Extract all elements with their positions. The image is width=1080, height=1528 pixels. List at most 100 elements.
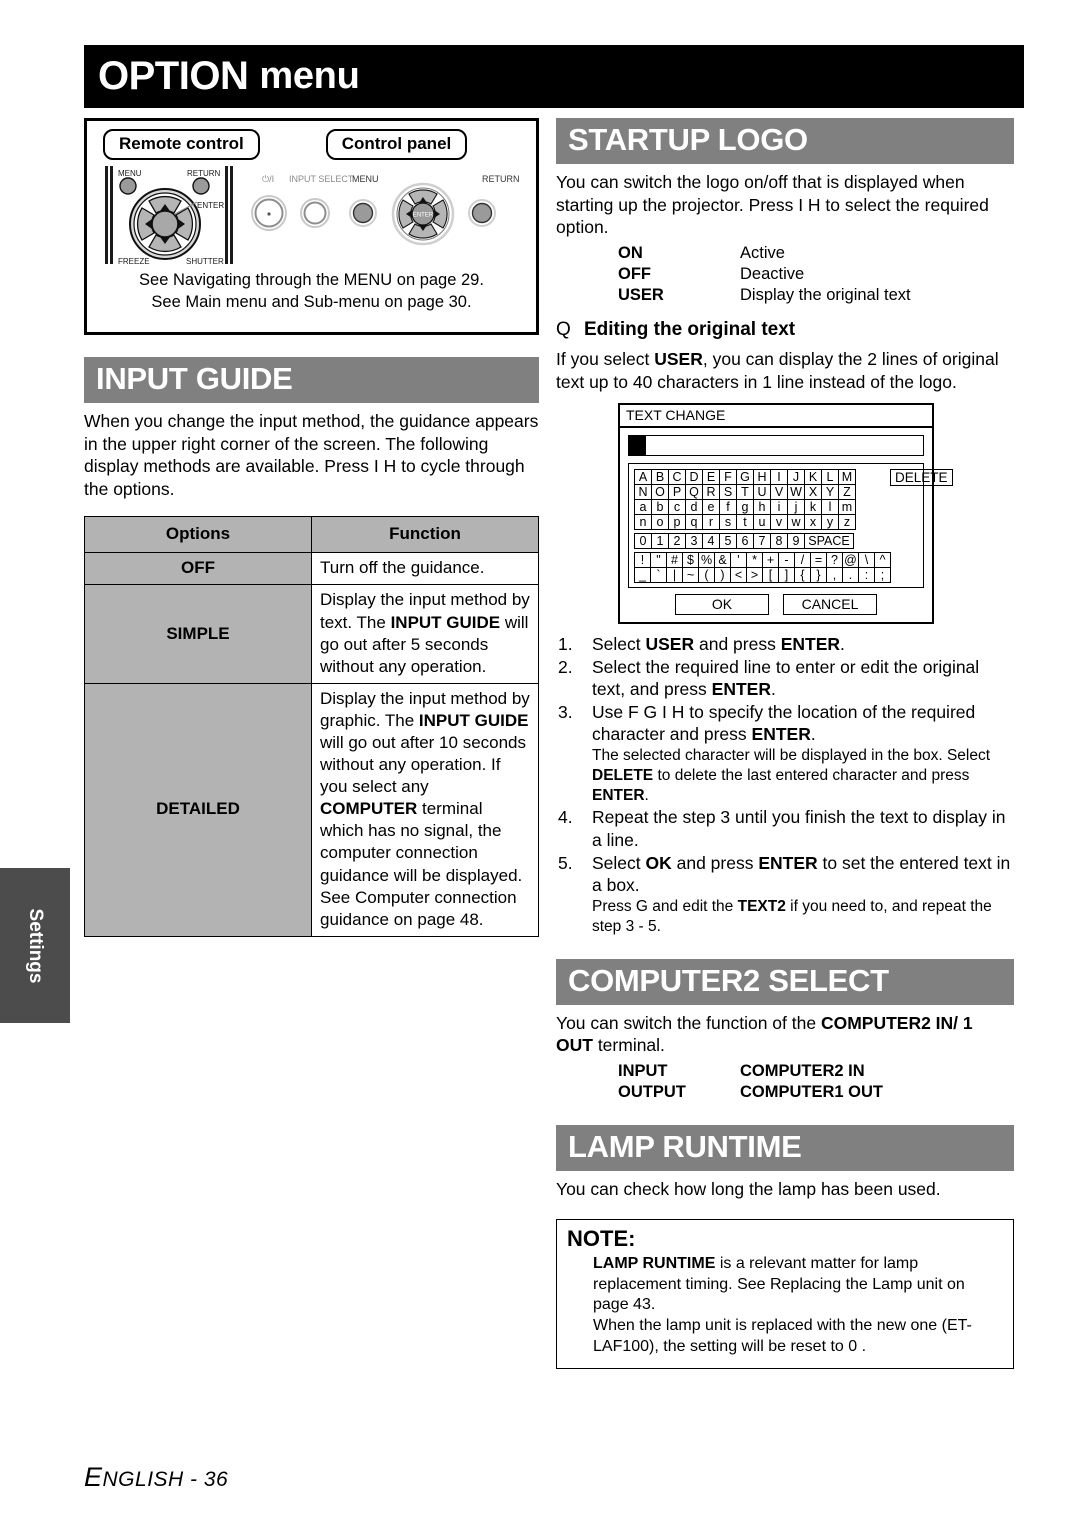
keyboard-key[interactable]: f [719, 499, 737, 516]
keyboard-key[interactable]: + [762, 552, 779, 569]
keyboard-key[interactable]: % [698, 552, 715, 569]
keyboard-key[interactable]: > [746, 567, 763, 584]
keyboard-key[interactable]: [ [762, 567, 779, 584]
keyboard-key[interactable]: U [753, 484, 771, 501]
keyboard-key[interactable]: z [838, 514, 856, 531]
keyboard-key[interactable]: P [668, 484, 686, 501]
keyboard-key[interactable]: R [702, 484, 720, 501]
keyboard-key[interactable]: I [770, 469, 788, 486]
keyboard-key[interactable]: g [736, 499, 754, 516]
keyboard-key[interactable]: D [685, 469, 703, 486]
keyboard-key[interactable]: e [702, 499, 720, 516]
keyboard-key[interactable]: C [668, 469, 686, 486]
keyboard-key[interactable]: < [730, 567, 747, 584]
keyboard-key[interactable]: . [842, 567, 859, 584]
keyboard-key[interactable]: 0 [634, 533, 652, 550]
keyboard-key[interactable]: w [787, 514, 805, 531]
cancel-button[interactable]: CANCEL [783, 594, 877, 616]
keyboard-key[interactable]: \ [858, 552, 875, 569]
keyboard-key[interactable]: : [858, 567, 875, 584]
keyboard-key[interactable]: 9 [787, 533, 805, 550]
keyboard-key[interactable]: @ [842, 552, 859, 569]
keyboard-key[interactable]: { [794, 567, 811, 584]
keyboard-key[interactable]: a [634, 499, 652, 516]
keyboard-key[interactable]: y [821, 514, 839, 531]
keyboard-key[interactable]: l [821, 499, 839, 516]
keyboard-key[interactable]: W [787, 484, 805, 501]
keyboard-key[interactable]: G [736, 469, 754, 486]
keyboard-key[interactable]: & [714, 552, 731, 569]
keyboard-key[interactable]: o [651, 514, 669, 531]
keyboard-key[interactable]: t [736, 514, 754, 531]
keyboard-key[interactable]: ^ [874, 552, 891, 569]
keyboard-key[interactable]: Q [685, 484, 703, 501]
keyboard-key[interactable]: A [634, 469, 652, 486]
keyboard-key[interactable]: F [719, 469, 737, 486]
keyboard-key[interactable]: , [826, 567, 843, 584]
delete-key-button[interactable]: DELETE [890, 469, 953, 487]
keyboard-key[interactable]: n [634, 514, 652, 531]
keyboard-key[interactable]: X [804, 484, 822, 501]
keyboard-key[interactable]: m [838, 499, 856, 516]
keyboard-key[interactable]: ( [698, 567, 715, 584]
keyboard-key[interactable]: p [668, 514, 686, 531]
keyboard-key[interactable]: / [794, 552, 811, 569]
keyboard-key[interactable]: = [810, 552, 827, 569]
keyboard-key[interactable]: 2 [668, 533, 686, 550]
keyboard-key[interactable]: SPACE [804, 533, 854, 550]
keyboard-key[interactable]: x [804, 514, 822, 531]
text-change-input-field[interactable] [628, 435, 924, 457]
keyboard-key[interactable]: ' [730, 552, 747, 569]
keyboard-key[interactable]: N [634, 484, 652, 501]
keyboard-key[interactable]: } [810, 567, 827, 584]
keyboard-key[interactable]: k [804, 499, 822, 516]
keyboard-key[interactable]: _ [634, 567, 651, 584]
ok-button[interactable]: OK [675, 594, 769, 616]
keyboard-key[interactable]: # [666, 552, 683, 569]
keyboard-key[interactable]: T [736, 484, 754, 501]
keyboard-key[interactable]: 8 [770, 533, 788, 550]
keyboard-key[interactable]: r [702, 514, 720, 531]
keyboard-key[interactable]: S [719, 484, 737, 501]
keyboard-key[interactable]: H [753, 469, 771, 486]
keyboard-key[interactable]: d [685, 499, 703, 516]
keyboard-key[interactable]: - [778, 552, 795, 569]
keyboard-key[interactable]: O [651, 484, 669, 501]
keyboard-key[interactable]: | [666, 567, 683, 584]
keyboard-key[interactable]: B [651, 469, 669, 486]
keyboard-key[interactable]: q [685, 514, 703, 531]
keyboard-key[interactable]: v [770, 514, 788, 531]
keyboard-key[interactable]: 3 [685, 533, 703, 550]
keyboard-key[interactable]: 6 [736, 533, 754, 550]
keyboard-key[interactable]: s [719, 514, 737, 531]
keyboard-key[interactable]: ~ [682, 567, 699, 584]
keyboard-key[interactable]: J [787, 469, 805, 486]
keyboard-key[interactable]: h [753, 499, 771, 516]
keyboard-key[interactable]: ) [714, 567, 731, 584]
keyboard-key[interactable]: " [650, 552, 667, 569]
keyboard-key[interactable]: i [770, 499, 788, 516]
control-panel-label: Control panel [325, 129, 468, 160]
keyboard-key[interactable]: 1 [651, 533, 669, 550]
keyboard-key[interactable]: 5 [719, 533, 737, 550]
keyboard-key[interactable]: ! [634, 552, 651, 569]
keyboard-key[interactable]: ` [650, 567, 667, 584]
keyboard-key[interactable]: u [753, 514, 771, 531]
keyboard-key[interactable]: Y [821, 484, 839, 501]
keyboard-key[interactable]: E [702, 469, 720, 486]
keyboard-key[interactable]: b [651, 499, 669, 516]
keyboard-key[interactable]: 4 [702, 533, 720, 550]
keyboard-key[interactable]: c [668, 499, 686, 516]
keyboard-key[interactable]: ; [874, 567, 891, 584]
keyboard-key[interactable]: ] [778, 567, 795, 584]
keyboard-key[interactable]: j [787, 499, 805, 516]
keyboard-key[interactable]: * [746, 552, 763, 569]
keyboard-key[interactable]: L [821, 469, 839, 486]
keyboard-key[interactable]: M [838, 469, 856, 486]
keyboard-key[interactable]: 7 [753, 533, 771, 550]
keyboard-key[interactable]: V [770, 484, 788, 501]
keyboard-key[interactable]: K [804, 469, 822, 486]
keyboard-key[interactable]: Z [838, 484, 856, 501]
keyboard-key[interactable]: $ [682, 552, 699, 569]
keyboard-key[interactable]: ? [826, 552, 843, 569]
